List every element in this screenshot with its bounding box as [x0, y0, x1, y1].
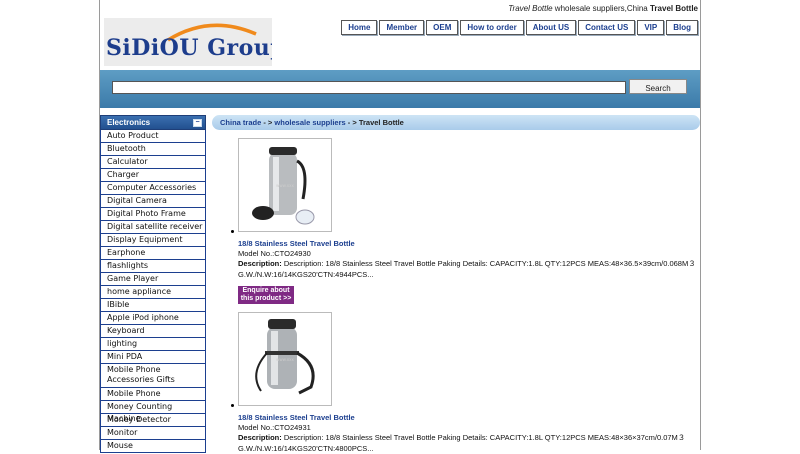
- breadcrumb-separator: - >: [345, 118, 359, 127]
- category-item[interactable]: lighting: [100, 338, 206, 351]
- category-item[interactable]: Calculator: [100, 156, 206, 169]
- svg-text:www.xxx: www.xxx: [276, 357, 294, 362]
- tagline-product: Travel Bottle: [508, 4, 553, 13]
- description-text: Description: 18/8 Stainless Steel Travel…: [238, 259, 696, 279]
- category-item[interactable]: Money Counting Machine: [100, 401, 206, 423]
- tagline-product-bold: Travel Bottle: [649, 4, 698, 13]
- category-item[interactable]: Mouse: [100, 440, 206, 453]
- search-bar: Search: [100, 70, 700, 108]
- breadcrumb-category-link[interactable]: wholesale suppliers: [274, 118, 345, 127]
- top-nav: Home Member OEM How to order About US Co…: [339, 20, 698, 35]
- nav-blog[interactable]: Blog: [666, 20, 698, 35]
- description-label: Description:: [238, 433, 282, 442]
- category-item[interactable]: Mobile Phone Accessories Gifts: [100, 364, 206, 388]
- tagline-middle: wholesale suppliers,China: [554, 4, 648, 13]
- nav-member[interactable]: Member: [379, 20, 425, 35]
- category-item[interactable]: Digital satellite receiver: [100, 221, 206, 234]
- svg-text:www.xxx: www.xxx: [276, 183, 294, 188]
- category-item[interactable]: Digital Photo Frame: [100, 208, 206, 221]
- collapse-icon[interactable]: −: [193, 119, 202, 127]
- description-label: Description:: [238, 259, 282, 268]
- category-item[interactable]: Game Player: [100, 273, 206, 286]
- category-item[interactable]: Display Equipment: [100, 234, 206, 247]
- nav-home[interactable]: Home: [341, 20, 378, 35]
- category-header-label: Electronics: [107, 118, 151, 127]
- category-item[interactable]: Money Detector: [100, 414, 206, 427]
- product-card: www.xxx 18/8 Stainless Steel Travel Bott…: [226, 312, 696, 454]
- product-name-link[interactable]: 18/8 Stainless Steel Travel Bottle: [238, 239, 696, 248]
- category-item[interactable]: Digital Camera: [100, 195, 206, 208]
- nav-about-us[interactable]: About US: [525, 20, 577, 35]
- travel-bottle-image-icon: www.xxx: [252, 147, 315, 225]
- breadcrumb-current: Travel Bottle: [358, 118, 404, 127]
- travel-bottle-image-icon: www.xxx: [255, 319, 315, 395]
- product-image[interactable]: www.xxx: [231, 312, 332, 407]
- product-image[interactable]: www.xxx: [231, 138, 332, 233]
- product-card: www.xxx 18/8 Stainless Steel Travel Bott…: [226, 138, 696, 304]
- list-bullet: [231, 404, 234, 407]
- category-item[interactable]: Bluetooth: [100, 143, 206, 156]
- logo-wordmark: SiDiOU Group: [106, 35, 272, 61]
- category-item[interactable]: Apple iPod iphone: [100, 312, 206, 325]
- search-input[interactable]: [112, 81, 626, 94]
- category-item[interactable]: Keyboard: [100, 325, 206, 338]
- breadcrumb: China trade - > wholesale suppliers - > …: [212, 115, 700, 130]
- list-bullet: [231, 230, 234, 233]
- product-name-link[interactable]: 18/8 Stainless Steel Travel Bottle: [238, 413, 696, 422]
- nav-vip[interactable]: VIP: [637, 20, 665, 35]
- enquire-button[interactable]: Enquire about this product >>: [238, 286, 294, 304]
- category-sidebar: Electronics − Auto Product Bluetooth Calc…: [100, 115, 206, 453]
- logo-text: SiDiOU Group®: [106, 35, 272, 61]
- category-header[interactable]: Electronics −: [100, 115, 206, 130]
- category-item[interactable]: home appliance: [100, 286, 206, 299]
- category-item[interactable]: IBible: [100, 299, 206, 312]
- search-button[interactable]: Search: [629, 79, 687, 94]
- category-item[interactable]: Mobile Phone: [100, 388, 206, 401]
- breadcrumb-home-link[interactable]: China trade: [220, 118, 261, 127]
- site-logo[interactable]: SiDiOU Group®: [104, 18, 272, 66]
- category-item[interactable]: flashlights: [100, 260, 206, 273]
- product-model: Model No.:CTO24930: [238, 249, 311, 258]
- category-item[interactable]: Monitor: [100, 427, 206, 440]
- nav-contact-us[interactable]: Contact US: [578, 20, 636, 35]
- category-item[interactable]: Earphone: [100, 247, 206, 260]
- description-text: Description: 18/8 Stainless Steel Travel…: [238, 433, 686, 453]
- breadcrumb-separator: - >: [261, 118, 275, 127]
- page-container: Travel Bottle wholesale suppliers,China …: [99, 0, 701, 453]
- nav-how-to-order[interactable]: How to order: [460, 20, 524, 35]
- product-description: Description: Description: 18/8 Stainless…: [238, 432, 698, 454]
- product-model: Model No.:CTO24931: [238, 423, 311, 432]
- category-item[interactable]: Auto Product: [100, 130, 206, 143]
- category-item[interactable]: Computer Accessories: [100, 182, 206, 195]
- category-item[interactable]: Mini PDA: [100, 351, 206, 364]
- nav-oem[interactable]: OEM: [426, 20, 459, 35]
- category-item[interactable]: Charger: [100, 169, 206, 182]
- top-tagline: Travel Bottle wholesale suppliers,China …: [508, 4, 698, 13]
- product-description: Description: Description: 18/8 Stainless…: [238, 258, 698, 280]
